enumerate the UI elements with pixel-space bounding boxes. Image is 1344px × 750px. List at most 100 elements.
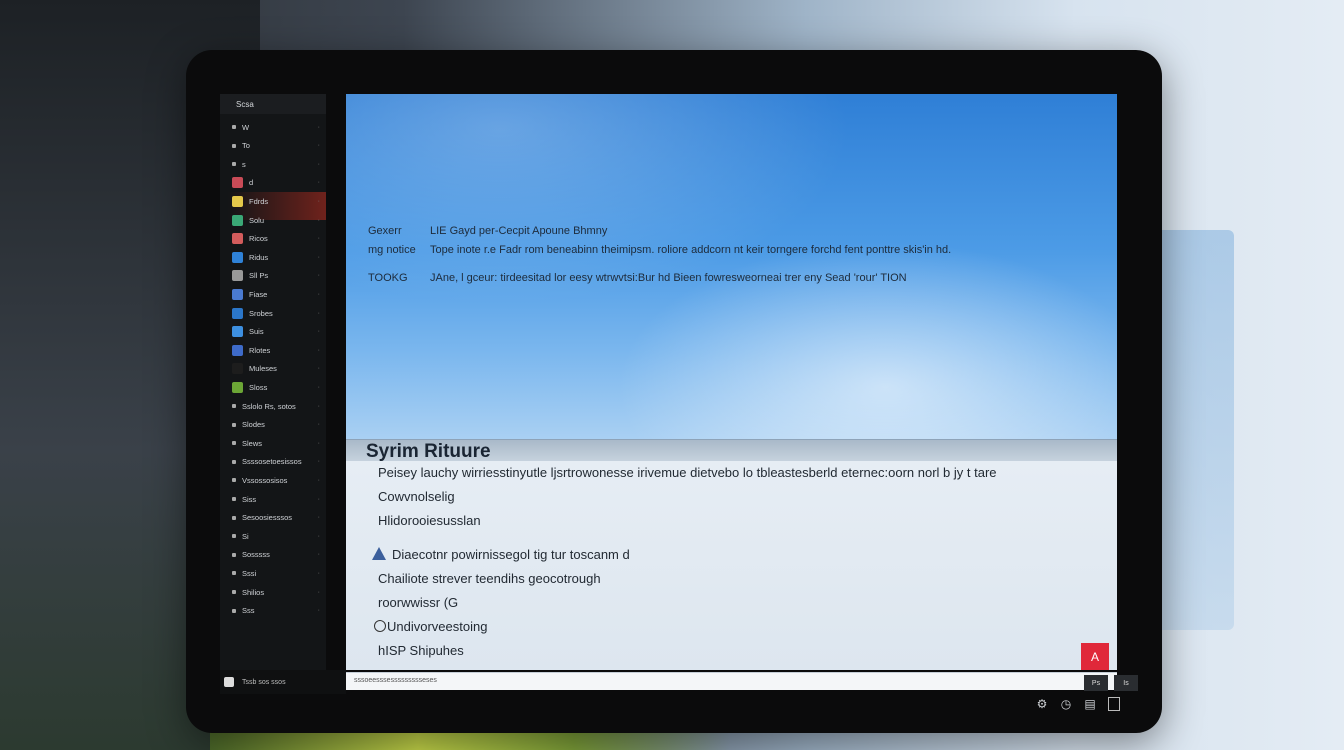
bullet-icon xyxy=(232,515,236,520)
sidebar-item-label: Shilios xyxy=(242,587,265,597)
app-icon xyxy=(232,288,243,300)
hero-row-1-value: LIE Gayd per-Cecpit Apoune Bhmny xyxy=(430,225,608,237)
sidebar-item-label: Suis xyxy=(249,327,264,337)
hero-row-2-value: Tope inote r.e Fadr rom beneabinn theimi… xyxy=(430,244,952,256)
sidebar-item[interactable]: Muleses · xyxy=(232,362,324,376)
sidebar-item-label: Ricos xyxy=(249,234,268,244)
sidebar-item[interactable]: Fiase · xyxy=(232,287,324,301)
chevron-icon: · xyxy=(317,142,320,150)
chevron-icon: · xyxy=(317,272,320,280)
bottom-button-1[interactable]: Ps xyxy=(1084,675,1108,691)
content-line-5: Chailiote strever teendihs geocotrough xyxy=(378,571,601,586)
window-icon[interactable] xyxy=(1108,697,1120,711)
sidebar-item[interactable]: Srobes · xyxy=(232,306,324,320)
sidebar-item[interactable]: Ricos · xyxy=(232,232,324,246)
sidebar-item[interactable]: Sll Ps · xyxy=(232,269,324,283)
sidebar-item-label: Sslolo Rs, sotos xyxy=(242,401,296,411)
sidebar-item[interactable]: Sssi · xyxy=(232,566,324,580)
content-line-6: roorwwissr (G xyxy=(378,595,459,610)
sidebar-item-label: Sosssss xyxy=(242,550,270,560)
chevron-icon: · xyxy=(317,421,320,429)
chevron-icon: · xyxy=(317,532,320,540)
sidebar-item[interactable]: Shilios · xyxy=(232,585,324,599)
chevron-icon: · xyxy=(317,569,320,577)
hero-row-2-key: mg notice xyxy=(368,244,416,256)
sidebar-item[interactable]: Ssssosetoesissos · xyxy=(232,455,324,469)
printer-icon[interactable]: ▤ xyxy=(1084,698,1096,710)
sidebar-item[interactable]: Sesoosiesssos · xyxy=(232,511,324,525)
bullet-icon xyxy=(232,441,236,446)
sidebar-item-label: Muleses xyxy=(249,364,277,374)
bullet-icon xyxy=(232,534,236,539)
chevron-icon: · xyxy=(317,383,320,391)
chevron-icon: · xyxy=(317,346,320,354)
chevron-icon: · xyxy=(317,439,320,447)
sidebar-item-label: Siss xyxy=(242,494,257,504)
sidebar-item[interactable]: Slodes · xyxy=(232,418,324,432)
status-bar: sssoeesssessssssssseses xyxy=(346,672,1117,690)
app-icon xyxy=(232,177,243,189)
chevron-icon: · xyxy=(317,476,320,484)
sidebar-item[interactable]: Sloss · xyxy=(232,380,324,394)
sidebar-item-label: d xyxy=(249,178,254,188)
bullet-icon xyxy=(232,552,236,557)
bullet-icon xyxy=(232,608,236,613)
bullet-icon xyxy=(232,125,236,129)
sidebar-item[interactable]: Sosssss · xyxy=(232,548,324,562)
app-icon xyxy=(232,344,243,356)
chevron-icon: · xyxy=(317,328,320,336)
app-logo-icon[interactable] xyxy=(224,677,234,687)
sidebar-item-label: Vssossosisos xyxy=(242,475,288,485)
sidebar-item[interactable]: Si · xyxy=(232,529,324,543)
bottom-button-2[interactable]: Is xyxy=(1114,675,1138,691)
chevron-icon: · xyxy=(317,514,320,522)
sidebar-item[interactable]: Siss · xyxy=(232,492,324,506)
sidebar-item[interactable]: Solu · xyxy=(232,213,324,227)
sidebar-footer-label: Tssb sos ssos xyxy=(242,678,286,686)
gear-icon[interactable]: ⚙ xyxy=(1036,698,1048,710)
sidebar-item[interactable]: Suis · xyxy=(232,325,324,339)
sidebar-item-label: Rlotes xyxy=(249,345,271,355)
bullet-icon xyxy=(232,459,236,464)
circle-icon xyxy=(374,620,386,632)
content-line-1: Peisey lauchy wirriesstinyutle ljsrtrowo… xyxy=(378,465,997,480)
sidebar-item[interactable]: Fdrds · xyxy=(232,194,324,208)
sidebar-item-label: Ssssosetoesissos xyxy=(242,457,302,467)
hero-row-1-key: Gexerr xyxy=(368,225,402,237)
sidebar-item[interactable]: s · xyxy=(232,157,324,171)
sidebar-item-label: Slews xyxy=(242,438,263,448)
app-icon xyxy=(232,214,243,226)
bullet-icon xyxy=(232,590,236,594)
alert-button[interactable]: A xyxy=(1081,643,1109,670)
section-title: Syrim Rituure xyxy=(366,441,491,462)
content-warning-line: Diaecotnr powirnissegol tig tur toscanm … xyxy=(372,547,630,562)
content-line-8: hISP Shipuhes xyxy=(378,643,464,658)
sidebar-item-label: Ridus xyxy=(249,252,269,262)
chevron-icon: · xyxy=(317,235,320,243)
sidebar-item[interactable]: Sslolo Rs, sotos · xyxy=(232,399,324,413)
sidebar-item[interactable]: Vssossosisos · xyxy=(232,473,324,487)
sidebar-item-label: Si xyxy=(242,531,249,541)
bottom-right-buttons: Ps Is xyxy=(1084,675,1138,691)
chevron-icon: · xyxy=(317,495,320,503)
sidebar-item[interactable]: d · xyxy=(232,176,324,190)
clock-icon[interactable]: ◷ xyxy=(1060,698,1072,710)
sidebar-item[interactable]: To · xyxy=(232,139,324,153)
sidebar-item[interactable]: Rlotes · xyxy=(232,343,324,357)
chevron-icon: · xyxy=(317,365,320,373)
warning-icon xyxy=(372,547,386,560)
chevron-icon: · xyxy=(317,123,320,131)
chevron-icon: · xyxy=(317,197,320,205)
chevron-icon: · xyxy=(317,216,320,224)
bullet-icon xyxy=(232,478,236,483)
sidebar-item[interactable]: Ridus · xyxy=(232,250,324,264)
chevron-icon: · xyxy=(317,179,320,187)
sidebar-item[interactable]: Sss · xyxy=(232,604,324,618)
bullet-icon xyxy=(232,404,236,408)
sidebar-item[interactable]: Slews · xyxy=(232,436,324,450)
app-icon xyxy=(232,326,243,338)
sidebar-item-label: Fiase xyxy=(249,289,268,299)
chevron-icon: · xyxy=(317,290,320,298)
sidebar-item[interactable]: W · xyxy=(232,120,324,134)
content-line-2: Cowvnolselig xyxy=(378,489,455,504)
